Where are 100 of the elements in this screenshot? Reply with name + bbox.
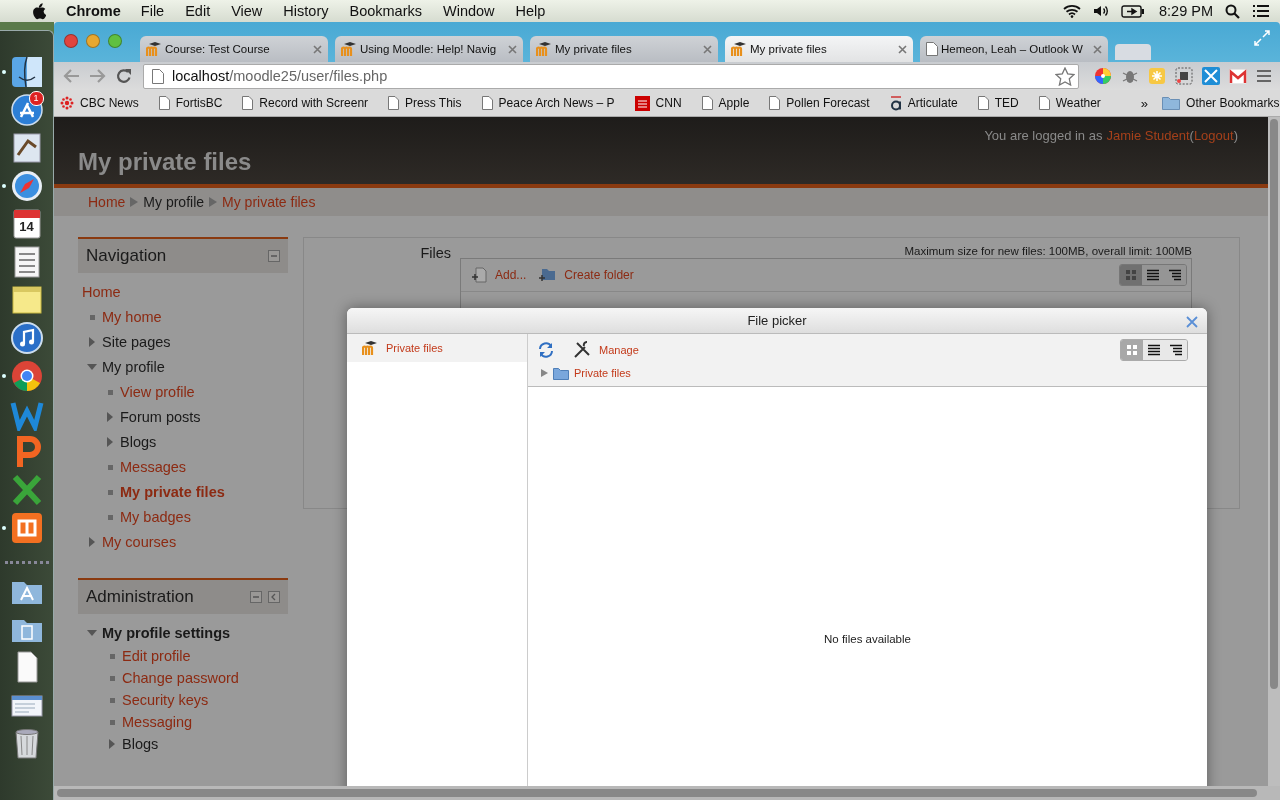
page-title: My private files bbox=[78, 148, 252, 177]
apple-icon[interactable] bbox=[32, 2, 46, 20]
bookmark[interactable]: Pollen Forecast bbox=[769, 96, 870, 110]
bookmark[interactable]: Record with Screenr bbox=[242, 96, 369, 110]
close-tab-icon[interactable] bbox=[898, 44, 907, 54]
bookmark[interactable]: FortisBC bbox=[158, 96, 223, 110]
tree-view-icon[interactable] bbox=[1165, 340, 1187, 360]
nav-item[interactable]: Site pages bbox=[102, 333, 171, 350]
bookmark[interactable]: Apple bbox=[701, 96, 750, 110]
close-tab-icon[interactable] bbox=[1093, 44, 1102, 54]
nav-item[interactable]: Forum posts bbox=[120, 408, 201, 425]
list-view-icon[interactable] bbox=[1142, 265, 1164, 285]
close-tab-icon[interactable] bbox=[703, 44, 712, 54]
wifi-icon[interactable] bbox=[1063, 4, 1081, 18]
menu-item[interactable]: Help bbox=[515, 3, 546, 19]
page-icon bbox=[158, 96, 170, 110]
empty-message: No files available bbox=[824, 633, 911, 647]
menu-item[interactable]: History bbox=[283, 3, 329, 19]
address-bar[interactable]: localhost/moodle25/user/files.php bbox=[143, 63, 1079, 89]
browser-tab[interactable]: Hemeon, Leah – Outlook W bbox=[920, 36, 1108, 62]
bow-icon[interactable] bbox=[1202, 67, 1220, 85]
browser-tab[interactable]: Course: Test Course bbox=[140, 36, 328, 62]
menu-clock[interactable]: 8:29 PM bbox=[1159, 3, 1213, 19]
hat-icon bbox=[362, 341, 378, 355]
bookmark[interactable]: Articulate bbox=[889, 95, 958, 111]
block-title: Navigation bbox=[86, 246, 167, 266]
hat-icon bbox=[731, 42, 747, 56]
scrollbar[interactable] bbox=[1268, 117, 1280, 786]
page-icon bbox=[1038, 96, 1050, 110]
login-info: You are logged in as Jamie Student(Logout) bbox=[984, 128, 1238, 143]
nav-item[interactable]: Blogs bbox=[122, 736, 159, 752]
more-bookmarks-button[interactable]: » bbox=[1140, 95, 1149, 111]
bookmark[interactable]: CBC News bbox=[60, 96, 139, 110]
dots-icon bbox=[60, 96, 74, 110]
horizontal-scrollbar[interactable] bbox=[54, 786, 1280, 800]
browser-tab[interactable]: My private files bbox=[530, 36, 718, 62]
app-icon[interactable] bbox=[9, 511, 44, 545]
bullet-icon bbox=[107, 651, 117, 661]
browser-icon[interactable] bbox=[9, 359, 44, 393]
reload-button[interactable] bbox=[116, 68, 132, 84]
face-icon[interactable] bbox=[9, 55, 44, 89]
close-window-button[interactable] bbox=[64, 34, 78, 48]
mail-icon[interactable] bbox=[1229, 68, 1247, 84]
folder-icon bbox=[553, 366, 569, 380]
compass-icon[interactable] bbox=[9, 169, 44, 203]
path-link[interactable]: Private files bbox=[574, 367, 631, 379]
refresh-icon[interactable] bbox=[538, 342, 554, 358]
menu-item[interactable]: Bookmarks bbox=[349, 3, 422, 19]
note-icon[interactable] bbox=[9, 283, 44, 317]
logo-icon bbox=[634, 95, 650, 111]
menu-item[interactable]: Edit bbox=[185, 3, 211, 19]
color-wheel-icon[interactable] bbox=[1094, 67, 1112, 85]
close-tab-icon[interactable] bbox=[508, 44, 517, 54]
music-icon[interactable] bbox=[9, 321, 44, 355]
browser-tab[interactable]: Using Moodle: Help! Navig bbox=[335, 36, 523, 62]
tree-view-icon[interactable] bbox=[1164, 265, 1186, 285]
close-tab-icon[interactable] bbox=[313, 44, 322, 54]
manage-link[interactable]: Manage bbox=[573, 341, 639, 359]
nav-item[interactable]: Blogs bbox=[120, 433, 157, 450]
page-icon bbox=[481, 96, 493, 110]
separator-arrow-icon bbox=[130, 197, 139, 207]
breadcrumb-text: My profile bbox=[143, 194, 205, 210]
dialog-title: File picker bbox=[747, 313, 807, 328]
tools-icon bbox=[573, 341, 591, 359]
page-icon bbox=[977, 96, 989, 110]
repository-item[interactable]: Private files bbox=[347, 334, 527, 362]
menu-item[interactable]: Window bbox=[443, 3, 495, 19]
caret-right-icon[interactable] bbox=[541, 369, 548, 377]
url-text: localhost/moodle25/user/files.php bbox=[172, 68, 388, 84]
bookmark[interactable]: Peace Arch News – P bbox=[481, 96, 615, 110]
menu-item[interactable]: File bbox=[140, 3, 165, 19]
fullscreen-icon[interactable] bbox=[1254, 30, 1270, 46]
menu-item[interactable]: View bbox=[231, 3, 263, 19]
bookmark-folder[interactable]: Other Bookmarks bbox=[1162, 96, 1280, 110]
battery-icon[interactable] bbox=[1121, 4, 1145, 18]
page-icon bbox=[152, 68, 164, 84]
nav-item[interactable]: My profile bbox=[102, 358, 165, 375]
bookmark[interactable]: Press This bbox=[388, 96, 462, 110]
star-icon[interactable] bbox=[1055, 66, 1075, 86]
close-icon[interactable] bbox=[1186, 316, 1198, 328]
browser-tab[interactable]: My private files bbox=[725, 36, 913, 62]
menu-icon[interactable] bbox=[1256, 69, 1272, 83]
extension-icon[interactable] bbox=[1175, 67, 1193, 85]
add-folder-icon bbox=[538, 267, 557, 283]
list-view-icon[interactable] bbox=[1143, 340, 1165, 360]
list-icon[interactable] bbox=[1252, 4, 1270, 18]
dock-button[interactable] bbox=[268, 591, 280, 603]
separator-arrow-icon bbox=[209, 197, 218, 207]
page-icon bbox=[388, 96, 400, 110]
bookmark[interactable]: Weather bbox=[1038, 96, 1101, 110]
bullet-icon bbox=[107, 717, 117, 727]
bookmark[interactable]: TED bbox=[977, 96, 1019, 110]
volume-icon[interactable] bbox=[1093, 4, 1109, 18]
hat-icon bbox=[536, 42, 552, 56]
search-icon[interactable] bbox=[1225, 3, 1240, 19]
nav-item[interactable]: My profile settings bbox=[102, 624, 231, 641]
app-menu[interactable]: Chrome bbox=[66, 3, 121, 19]
bookmark[interactable]: CNN bbox=[634, 95, 682, 111]
logo-icon bbox=[889, 95, 902, 111]
hat-icon bbox=[341, 42, 357, 56]
